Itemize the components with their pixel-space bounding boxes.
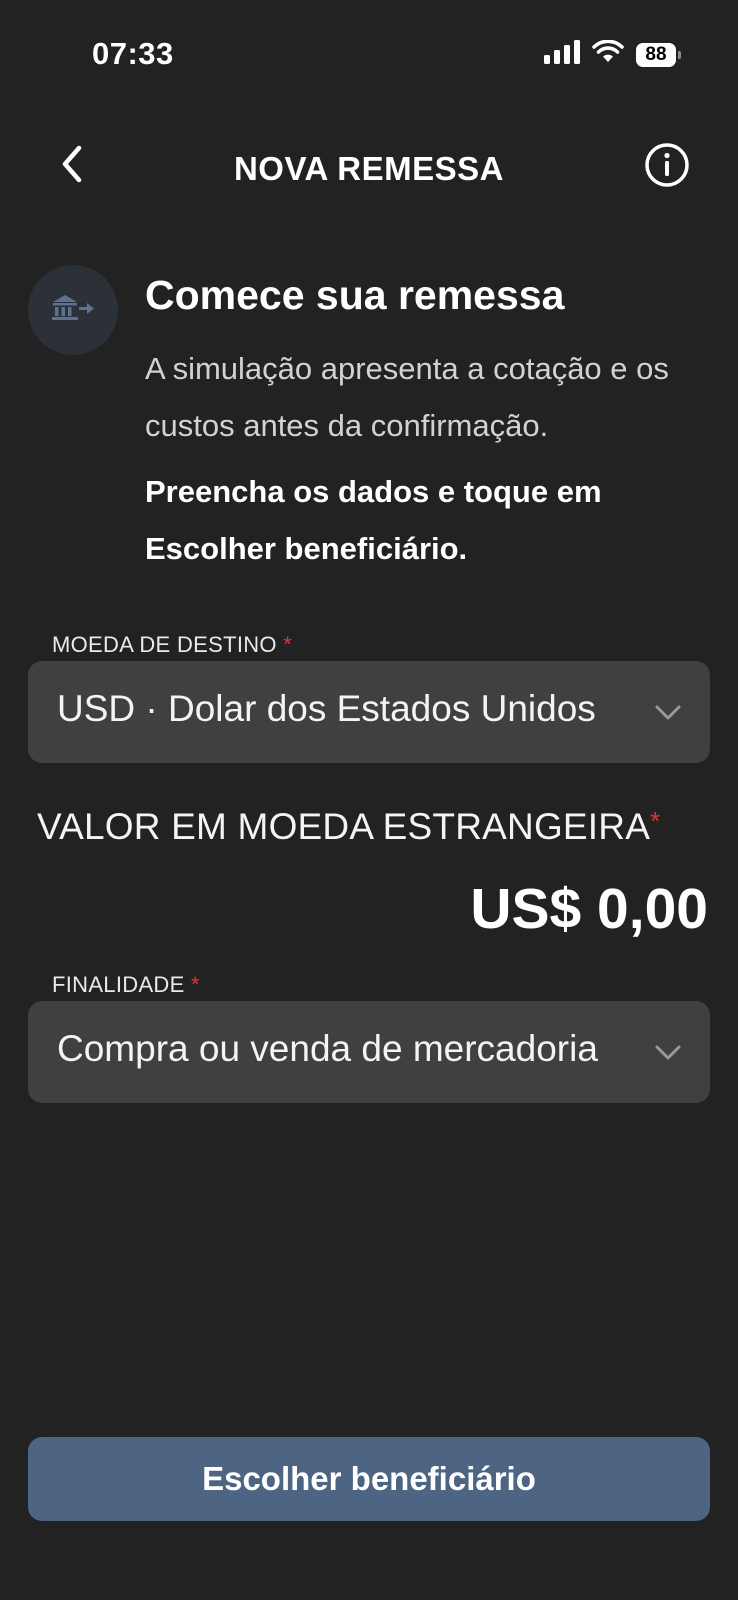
battery-icon: 88 [636, 42, 681, 67]
choose-beneficiary-button[interactable]: Escolher beneficiário [28, 1437, 710, 1521]
purpose-label-text: FINALIDADE [52, 972, 185, 997]
chevron-down-icon [654, 699, 682, 727]
amount-field-label: VALOR EM MOEDA ESTRANGEIRA* [37, 806, 660, 848]
amount-input[interactable]: US$ 0,00 [470, 876, 708, 942]
purpose-field-label: FINALIDADE * [52, 972, 200, 998]
battery-level: 88 [645, 43, 667, 65]
chevron-down-icon [654, 1039, 682, 1067]
amount-label-text: VALOR EM MOEDA ESTRANGEIRA [37, 806, 651, 847]
purpose-select-value: Compra ou venda de mercadoria [57, 1028, 598, 1069]
purpose-select[interactable]: Compra ou venda de mercadoria [28, 1001, 710, 1103]
page-title: NOVA REMESSA [233, 150, 505, 187]
intro-description: A simulação apresenta a cotação e os cus… [145, 351, 669, 443]
intro-title: Comece sua remessa [145, 272, 565, 318]
info-button[interactable] [644, 142, 690, 193]
intro-instruction: Preencha os dados e toque em Escolher be… [145, 474, 602, 566]
status-bar: 07:33 88 [0, 0, 738, 110]
currency-field-label: MOEDA DE DESTINO * [52, 632, 292, 658]
currency-select-value: USD · Dolar dos Estados Unidos [57, 688, 596, 729]
bank-avatar [28, 265, 118, 355]
required-mark: * [191, 972, 200, 997]
info-circle-icon [644, 142, 690, 193]
status-time: 07:33 [92, 36, 174, 71]
required-mark: * [283, 632, 293, 657]
currency-select[interactable]: USD · Dolar dos Estados Unidos [28, 661, 710, 763]
required-mark: * [650, 806, 661, 836]
cellular-signal-icon [544, 40, 580, 69]
currency-label-text: MOEDA DE DESTINO [52, 632, 277, 657]
status-icons: 88 [544, 39, 681, 69]
wifi-icon [592, 39, 624, 69]
bank-transfer-icon [51, 293, 95, 328]
nav-bar: NOVA REMESSA [0, 130, 738, 210]
